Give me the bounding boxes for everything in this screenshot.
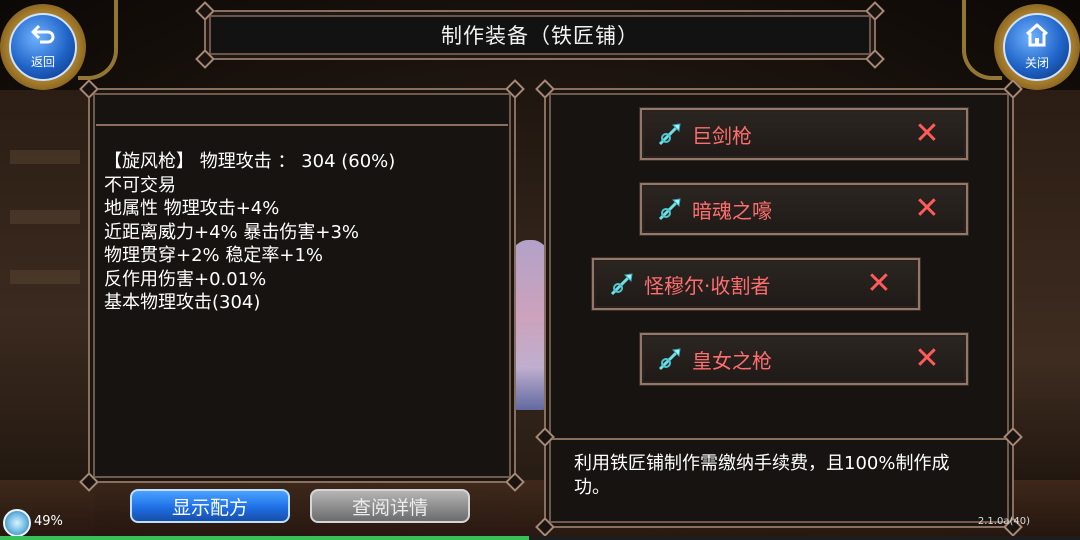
recipe-item[interactable]: 暗魂之嚎 ✕: [640, 183, 968, 235]
item-stat-line: 近距离威力+4% 暴击伤害+3%: [104, 221, 359, 243]
recipe-item-name: 巨剑枪: [692, 123, 752, 148]
close-x-icon[interactable]: ✕: [910, 342, 944, 376]
recipe-list-panel: 巨剑枪 ✕ 暗魂之嚎 ✕ 怪穆尔·收割者 ✕ 皇女之枪 ✕ 利用铁匠铺制作需缴纳…: [535, 79, 1023, 537]
close-x-icon[interactable]: ✕: [862, 267, 896, 301]
recipe-item-name: 皇女之枪: [692, 348, 772, 373]
show-recipe-button[interactable]: 显示配方: [130, 489, 290, 523]
recipe-item-name: 暗魂之嚎: [692, 198, 772, 223]
item-stat-line: 物理贯穿+2% 稳定率+1%: [104, 245, 323, 266]
close-x-icon[interactable]: ✕: [910, 117, 944, 151]
spear-weapon-icon: [656, 195, 684, 223]
spear-weapon-icon: [608, 270, 636, 298]
item-stat-line: 【旋风枪】 物理攻击 ： 304 (60%): [104, 151, 396, 172]
recipe-item[interactable]: 怪穆尔·收割者 ✕: [592, 258, 920, 310]
status-globe-icon: [3, 509, 31, 537]
return-arrow-icon: [30, 24, 56, 51]
item-stats-text: 【旋风枪】 物理攻击 ： 304 (60%) 不可交易 地属性 物理攻击+4% …: [104, 150, 504, 315]
house-icon: [1024, 23, 1050, 52]
recipe-item-name: 怪穆尔·收割者: [644, 273, 771, 298]
background-wall-left: [0, 90, 95, 540]
close-x-icon[interactable]: ✕: [910, 192, 944, 226]
panel-divider: [552, 438, 1006, 440]
item-stat-line: 不可交易: [104, 174, 176, 196]
background-shelf: [10, 150, 80, 164]
crafting-note: 利用铁匠铺制作需缴纳手续费，且100%制作成功。: [574, 453, 950, 498]
spear-weapon-icon: [656, 345, 684, 373]
background-wall-right: [1005, 90, 1080, 540]
progress-percent: 49%: [34, 514, 63, 529]
recipe-item[interactable]: 皇女之枪 ✕: [640, 333, 968, 385]
close-button-core: 关闭: [1003, 13, 1071, 81]
background-shelf: [10, 270, 80, 284]
item-detail-panel: 【旋风枪】 物理攻击 ： 304 (60%) 不可交易 地属性 物理攻击+4% …: [79, 79, 525, 492]
item-stat-line: 地属性 物理攻击+4%: [104, 198, 280, 219]
item-stat-line: 反作用伤害+0.01%: [104, 268, 267, 290]
item-stat-line: 基本物理攻击(304): [104, 292, 261, 313]
back-button-core: 返回: [9, 13, 77, 81]
view-details-button[interactable]: 查阅详情: [310, 489, 470, 523]
close-button-label: 关闭: [1024, 56, 1049, 70]
title-bar: 制作装备（铁匠铺）: [195, 1, 885, 69]
version-label: 2.1.0a(40): [977, 516, 1030, 527]
page-title: 制作装备（铁匠铺）: [441, 24, 639, 48]
recipe-item[interactable]: 巨剑枪 ✕: [640, 108, 968, 160]
progress-bar-fill: [0, 536, 530, 540]
panel-divider: [96, 124, 508, 126]
background-shelf: [10, 210, 80, 224]
spear-weapon-icon: [656, 120, 684, 148]
back-button[interactable]: 返回: [0, 4, 86, 90]
back-button-label: 返回: [30, 55, 55, 69]
player-character: [512, 240, 548, 410]
progress-bar: [0, 536, 1080, 540]
close-button[interactable]: 关闭: [994, 4, 1080, 90]
